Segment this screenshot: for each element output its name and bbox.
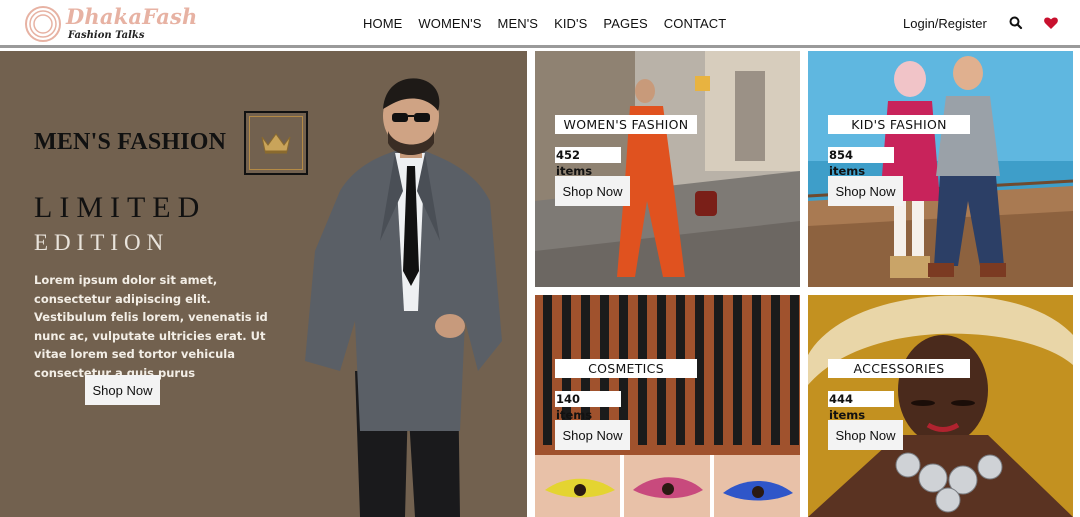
womens-shop-now-button[interactable]: Shop Now — [555, 176, 630, 206]
accessories-shop-now-button[interactable]: Shop Now — [828, 420, 903, 450]
category-count: 854 items — [828, 147, 894, 178]
site-header: DhakaFash Fashion Talks HOME WOMEN'S MEN… — [0, 0, 1080, 48]
nav-item-home[interactable]: HOME — [363, 16, 402, 31]
category-card-womens[interactable]: WOMEN'S FASHION 452 items Shop Now — [535, 51, 800, 287]
nav-item-contact[interactable]: CONTACT — [664, 16, 727, 31]
search-icon[interactable] — [1008, 15, 1024, 31]
hero-model-image — [305, 78, 502, 517]
category-label: ACCESSORIES — [828, 359, 970, 378]
category-count: 452 items — [555, 147, 621, 178]
hero-banner: MEN'S FASHION LIMITED EDITION Lorem ipsu… — [0, 51, 527, 517]
brand-tagline: Fashion Talks — [68, 30, 145, 41]
heart-icon[interactable] — [1043, 15, 1059, 31]
cosmetics-shop-now-button[interactable]: Shop Now — [555, 420, 630, 450]
nav-item-kids[interactable]: KID'S — [554, 16, 587, 31]
crown-badge — [244, 111, 308, 175]
login-register-link[interactable]: Login/Register — [903, 16, 987, 31]
category-label: COSMETICS — [555, 359, 697, 378]
hero-description: Lorem ipsum dolor sit amet, consectetur … — [34, 273, 268, 380]
category-label: WOMEN'S FASHION — [555, 115, 697, 134]
nav-item-mens[interactable]: MEN'S — [498, 16, 539, 31]
main-nav: HOME WOMEN'S MEN'S KID'S PAGES CONTACT — [363, 16, 742, 31]
hero-shop-now-button[interactable]: Shop Now — [85, 375, 160, 405]
brand-name: DhakaFash — [66, 4, 198, 29]
category-label: KID'S FASHION — [828, 115, 970, 134]
category-count: 444 items — [828, 391, 894, 422]
hero-edition: EDITION — [34, 230, 170, 255]
nav-item-womens[interactable]: WOMEN'S — [418, 16, 481, 31]
category-card-accessories[interactable]: ACCESSORIES 444 items Shop Now — [808, 295, 1073, 517]
crown-icon — [261, 133, 291, 154]
category-card-kids[interactable]: KID'S FASHION 854 items Shop Now — [808, 51, 1073, 287]
logo-mark — [25, 6, 61, 42]
category-count: 140 items — [555, 391, 621, 422]
category-card-cosmetics[interactable]: COSMETICS 140 items Shop Now — [535, 295, 800, 517]
hero-title: MEN'S FASHION — [34, 129, 227, 155]
kids-shop-now-button[interactable]: Shop Now — [828, 176, 903, 206]
hero-limited: LIMITED — [34, 191, 207, 224]
logo[interactable]: DhakaFash Fashion Talks — [24, 0, 197, 48]
nav-item-pages[interactable]: PAGES — [603, 16, 647, 31]
